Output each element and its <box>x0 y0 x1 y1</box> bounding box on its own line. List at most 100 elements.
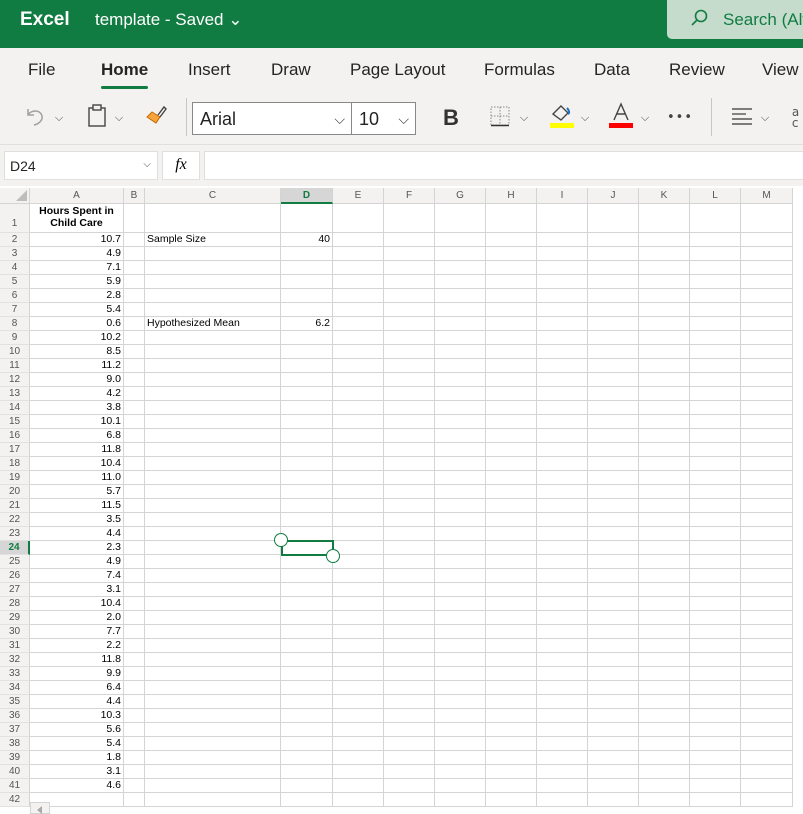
cell[interactable] <box>741 779 793 793</box>
cell[interactable] <box>145 359 281 373</box>
cell[interactable] <box>145 639 281 653</box>
cell[interactable] <box>384 653 435 667</box>
cell[interactable] <box>690 401 741 415</box>
cell[interactable] <box>333 583 384 597</box>
cell-value[interactable]: 3.8 <box>30 401 124 415</box>
row-header[interactable]: 12 <box>0 373 30 387</box>
cell[interactable] <box>333 317 384 331</box>
cell[interactable] <box>435 457 486 471</box>
cell[interactable] <box>690 345 741 359</box>
cell[interactable] <box>486 793 537 807</box>
cell[interactable] <box>435 569 486 583</box>
cell[interactable] <box>741 331 793 345</box>
cell[interactable] <box>145 373 281 387</box>
cell[interactable] <box>384 275 435 289</box>
cell[interactable] <box>588 499 639 513</box>
cell[interactable] <box>124 373 145 387</box>
cell[interactable] <box>690 331 741 345</box>
cell[interactable] <box>124 667 145 681</box>
cell[interactable] <box>333 233 384 247</box>
cell[interactable] <box>639 653 690 667</box>
row-header[interactable]: 28 <box>0 597 30 611</box>
cell-value[interactable]: 11.5 <box>30 499 124 513</box>
cell[interactable] <box>333 289 384 303</box>
cell[interactable] <box>281 387 333 401</box>
cell[interactable] <box>639 275 690 289</box>
cell[interactable] <box>690 653 741 667</box>
row-header[interactable]: 42 <box>0 793 30 807</box>
cell[interactable] <box>145 247 281 261</box>
cell[interactable] <box>384 373 435 387</box>
cell[interactable] <box>639 485 690 499</box>
cell[interactable] <box>537 583 588 597</box>
cell[interactable] <box>435 751 486 765</box>
cell[interactable] <box>384 583 435 597</box>
cell[interactable] <box>384 765 435 779</box>
cell[interactable] <box>124 499 145 513</box>
fill-color-button[interactable] <box>548 103 576 133</box>
cell[interactable] <box>537 555 588 569</box>
cell[interactable] <box>588 429 639 443</box>
cell[interactable] <box>333 639 384 653</box>
more-options-button[interactable]: ••• <box>665 107 695 127</box>
cell[interactable] <box>333 793 384 807</box>
cell[interactable] <box>537 387 588 401</box>
cell[interactable] <box>145 583 281 597</box>
cell-value[interactable]: 5.9 <box>30 275 124 289</box>
cell[interactable] <box>639 527 690 541</box>
cell-value[interactable]: 9.9 <box>30 667 124 681</box>
cell[interactable] <box>639 471 690 485</box>
cell[interactable] <box>639 667 690 681</box>
cell[interactable] <box>690 597 741 611</box>
cell[interactable] <box>333 261 384 275</box>
cell[interactable] <box>124 233 145 247</box>
cell-header[interactable]: Hours Spent in Child Care <box>30 204 124 233</box>
cell[interactable] <box>281 247 333 261</box>
cell-value[interactable]: 4.2 <box>30 387 124 401</box>
cell[interactable] <box>486 303 537 317</box>
cell[interactable] <box>281 275 333 289</box>
cell[interactable] <box>145 457 281 471</box>
cell[interactable] <box>333 723 384 737</box>
cell[interactable] <box>537 289 588 303</box>
cell[interactable] <box>639 387 690 401</box>
cell[interactable] <box>486 709 537 723</box>
cell[interactable] <box>384 233 435 247</box>
cell[interactable] <box>639 695 690 709</box>
cell[interactable] <box>588 331 639 345</box>
formula-input[interactable] <box>204 151 803 180</box>
cell[interactable] <box>145 541 281 555</box>
cell-value[interactable]: 3.1 <box>30 765 124 779</box>
cell[interactable] <box>588 555 639 569</box>
select-all-button[interactable] <box>0 188 30 204</box>
column-header-j[interactable]: J <box>588 188 639 204</box>
cell[interactable] <box>124 513 145 527</box>
column-header-k[interactable]: K <box>639 188 690 204</box>
cell[interactable] <box>145 485 281 499</box>
cell[interactable] <box>435 681 486 695</box>
cell-value[interactable]: 4.6 <box>30 779 124 793</box>
cell[interactable] <box>333 443 384 457</box>
cell[interactable] <box>486 247 537 261</box>
cell[interactable] <box>639 569 690 583</box>
row-header[interactable]: 27 <box>0 583 30 597</box>
cell[interactable] <box>435 653 486 667</box>
cell[interactable] <box>639 443 690 457</box>
cell[interactable] <box>384 625 435 639</box>
cell[interactable] <box>435 275 486 289</box>
cell[interactable] <box>639 751 690 765</box>
cell[interactable] <box>384 317 435 331</box>
cell[interactable] <box>435 289 486 303</box>
cell[interactable] <box>690 289 741 303</box>
cell[interactable] <box>639 233 690 247</box>
cell[interactable] <box>537 541 588 555</box>
cell[interactable] <box>281 611 333 625</box>
cell[interactable] <box>741 289 793 303</box>
cell[interactable] <box>435 401 486 415</box>
cell[interactable] <box>588 597 639 611</box>
cell-value[interactable]: 4.9 <box>30 247 124 261</box>
cell[interactable] <box>588 204 639 233</box>
font-color-dropdown[interactable]: ⌵ <box>638 109 652 127</box>
insert-function-button[interactable]: fx <box>162 151 200 180</box>
cell-value[interactable]: 7.7 <box>30 625 124 639</box>
